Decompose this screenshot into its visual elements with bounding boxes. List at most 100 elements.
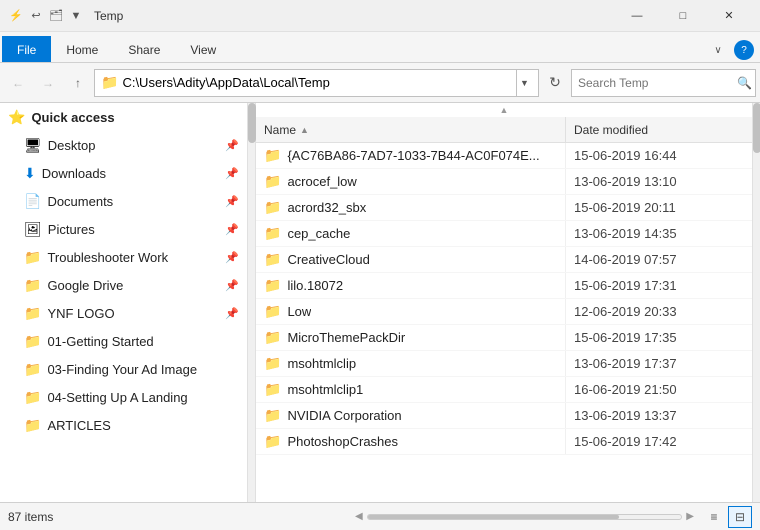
file-list-scrollbar-thumb[interactable] <box>753 103 760 153</box>
sidebar-desktop-label: Desktop <box>48 138 220 153</box>
folder-icon: 📁 <box>264 147 281 164</box>
column-date[interactable]: Date modified <box>566 117 752 142</box>
sidebar-gettingstarted-label: 01-Getting Started <box>47 334 239 349</box>
sidebar-item-troubleshooter[interactable]: 📁 Troubleshooter Work 📌 <box>0 243 247 271</box>
file-name: {AC76BA86-7AD7-1033-7B44-AC0F074E... <box>287 148 539 163</box>
status-bar: 87 items ◀ ▶ ≡ ⊟ <box>0 502 760 530</box>
horizontal-scrollbar-thumb[interactable] <box>368 515 619 519</box>
search-icon[interactable]: 🔍 <box>737 76 752 90</box>
tab-file[interactable]: File <box>2 36 51 62</box>
scroll-right-icon[interactable]: ▶ <box>686 511 694 522</box>
detail-view-button[interactable]: ⊟ <box>728 506 752 528</box>
undo-icon[interactable]: ↩ <box>28 8 44 24</box>
ribbon: File Home Share View ∨ ? <box>0 32 760 63</box>
table-row[interactable]: 📁 acrocef_low 13-06-2019 13:10 <box>256 169 752 195</box>
address-dropdown[interactable]: ▼ <box>516 69 532 97</box>
search-input[interactable] <box>578 76 733 90</box>
sidebar-item-pictures[interactable]: 🖼 Pictures 📌 <box>0 215 247 243</box>
sidebar-item-gettingstarted[interactable]: 📁 01-Getting Started <box>0 327 247 355</box>
minimize-button[interactable]: — <box>614 0 660 32</box>
troubleshooter-icon: 📁 <box>24 249 41 266</box>
sidebar-item-desktop[interactable]: 🖥 Desktop 📌 <box>0 131 247 159</box>
file-cell-date: 15-06-2019 17:42 <box>566 434 752 449</box>
sidebar-item-googledrive[interactable]: 📁 Google Drive 📌 <box>0 271 247 299</box>
help-button[interactable]: ? <box>734 40 754 60</box>
title-bar: ⚡ ↩ 🗂 ▼ Temp — □ ✕ <box>0 0 760 32</box>
column-name-label: Name <box>264 123 296 137</box>
desktop-icon: 🖥 <box>24 137 42 154</box>
file-cell-date: 12-06-2019 20:33 <box>566 304 752 319</box>
sidebar-item-findingad[interactable]: 📁 03-Finding Your Ad Image <box>0 355 247 383</box>
folder-icon: 📁 <box>264 225 281 242</box>
folder-icon: 📁 <box>264 173 281 190</box>
file-cell-name: 📁 PhotoshopCrashes <box>256 429 566 454</box>
tab-view[interactable]: View <box>175 36 231 62</box>
sidebar-documents-pin: 📌 <box>225 195 239 208</box>
close-button[interactable]: ✕ <box>706 0 752 32</box>
up-button[interactable]: ↑ <box>64 69 92 97</box>
table-row[interactable]: 📁 acrord32_sbx 15-06-2019 20:11 <box>256 195 752 221</box>
table-row[interactable]: 📁 cep_cache 13-06-2019 14:35 <box>256 221 752 247</box>
address-bar: ← → ↑ 📁 C:\Users\Adity\AppData\Local\Tem… <box>0 63 760 103</box>
horizontal-scroll-area: ◀ ▶ <box>355 511 694 522</box>
file-name: PhotoshopCrashes <box>287 434 398 449</box>
sidebar-scrollbar[interactable] <box>248 103 256 502</box>
address-path[interactable]: 📁 C:\Users\Adity\AppData\Local\Temp ▼ <box>94 69 539 97</box>
file-cell-date: 13-06-2019 13:10 <box>566 174 752 189</box>
folder-icon: 📁 <box>264 407 281 424</box>
sidebar-desktop-pin: 📌 <box>225 139 239 152</box>
table-row[interactable]: 📁 CreativeCloud 14-06-2019 07:57 <box>256 247 752 273</box>
sidebar-googledrive-pin: 📌 <box>225 279 239 292</box>
maximize-button[interactable]: □ <box>660 0 706 32</box>
file-cell-date: 15-06-2019 20:11 <box>566 200 752 215</box>
sidebar-item-settinguplanding[interactable]: 📁 04-Setting Up A Landing <box>0 383 247 411</box>
table-row[interactable]: 📁 Low 12-06-2019 20:33 <box>256 299 752 325</box>
table-row[interactable]: 📁 msohtmlclip1 16-06-2019 21:50 <box>256 377 752 403</box>
file-name: msohtmlclip1 <box>287 382 363 397</box>
scroll-left-icon[interactable]: ◀ <box>355 511 363 522</box>
file-list-scrollbar[interactable] <box>752 103 760 502</box>
table-row[interactable]: 📁 lilo.18072 15-06-2019 17:31 <box>256 273 752 299</box>
sidebar-downloads-pin: 📌 <box>225 167 239 180</box>
column-name[interactable]: Name ▲ <box>256 117 566 142</box>
file-cell-date: 14-06-2019 07:57 <box>566 252 752 267</box>
dropdown-arrow-icon[interactable]: ▼ <box>68 8 84 24</box>
table-row[interactable]: 📁 MicroThemePackDir 15-06-2019 17:35 <box>256 325 752 351</box>
window-title: Temp <box>90 9 608 23</box>
table-row[interactable]: 📁 NVIDIA Corporation 13-06-2019 13:37 <box>256 403 752 429</box>
settinguplanding-icon: 📁 <box>24 389 41 406</box>
forward-button[interactable]: → <box>34 69 62 97</box>
sidebar-quick-access[interactable]: ⭐ Quick access <box>0 103 247 131</box>
ribbon-expand-btn[interactable]: ∨ <box>706 38 730 62</box>
column-date-label: Date modified <box>574 123 648 137</box>
table-row[interactable]: 📁 msohtmlclip 13-06-2019 17:37 <box>256 351 752 377</box>
folder-icon: 📁 <box>264 355 281 372</box>
file-cell-name: 📁 NVIDIA Corporation <box>256 403 566 428</box>
window-controls: — □ ✕ <box>614 0 752 32</box>
file-name: Low <box>287 304 311 319</box>
sidebar-pictures-label: Pictures <box>48 222 220 237</box>
folder-icon: 📁 <box>264 199 281 216</box>
refresh-button[interactable]: ↻ <box>541 69 569 97</box>
address-folder-icon: 📁 <box>101 74 118 91</box>
address-text: C:\Users\Adity\AppData\Local\Temp <box>122 75 512 90</box>
table-row[interactable]: 📁 {AC76BA86-7AD7-1033-7B44-AC0F074E... 1… <box>256 143 752 169</box>
sidebar-item-downloads[interactable]: ⬇ Downloads 📌 <box>0 159 247 187</box>
sidebar: ⭐ Quick access 🖥 Desktop 📌 ⬇ Downloads 📌… <box>0 103 248 502</box>
sidebar-item-documents[interactable]: 📄 Documents 📌 <box>0 187 247 215</box>
list-view-button[interactable]: ≡ <box>702 506 726 528</box>
file-name: NVIDIA Corporation <box>287 408 401 423</box>
sidebar-pictures-pin: 📌 <box>225 223 239 236</box>
horizontal-scrollbar[interactable] <box>367 514 683 520</box>
table-row[interactable]: 📁 PhotoshopCrashes 15-06-2019 17:42 <box>256 429 752 455</box>
sidebar-item-articles[interactable]: 📁 ARTICLES <box>0 411 247 439</box>
sidebar-ynflogo-label: YNF LOGO <box>47 306 219 321</box>
back-button[interactable]: ← <box>4 69 32 97</box>
properties-icon[interactable]: 🗂 <box>48 8 64 24</box>
search-box[interactable]: 🔍 <box>571 69 756 97</box>
tab-home[interactable]: Home <box>51 36 113 62</box>
googledrive-icon: 📁 <box>24 277 41 294</box>
sidebar-scrollbar-thumb[interactable] <box>248 103 256 143</box>
tab-share[interactable]: Share <box>113 36 175 62</box>
sidebar-item-ynflogo[interactable]: 📁 YNF LOGO 📌 <box>0 299 247 327</box>
